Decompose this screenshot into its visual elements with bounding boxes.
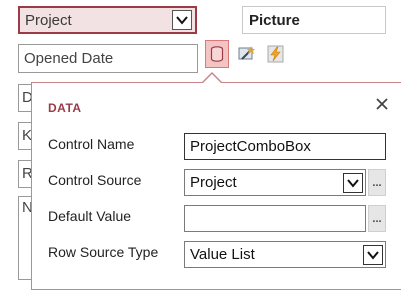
control-name-label: Control Name — [48, 136, 135, 152]
control-name-value: ProjectComboBox — [190, 138, 311, 155]
chevron-down-icon[interactable] — [172, 10, 192, 30]
default-value-label: Default Value — [48, 208, 132, 224]
database-icon[interactable] — [205, 40, 229, 68]
property-sheet-canvas: Project Picture Opened Date D K R N DATA — [0, 0, 401, 292]
close-icon[interactable] — [371, 93, 393, 115]
opened-date-field[interactable]: Opened Date — [18, 44, 198, 73]
data-properties-popup: DATA Control Name ProjectComboBox Contro… — [31, 82, 401, 290]
control-source-value: Project — [190, 174, 237, 191]
project-combo-value: Project — [25, 11, 72, 29]
default-value-input[interactable] — [184, 205, 366, 232]
popup-pointer-fill — [202, 74, 222, 84]
popup-title: DATA — [48, 101, 82, 115]
default-value-build-button[interactable]: ... — [368, 205, 386, 232]
lightning-icon[interactable] — [265, 41, 287, 67]
chevron-down-icon[interactable] — [363, 244, 383, 265]
chevron-down-icon[interactable] — [343, 172, 363, 193]
project-combo-box[interactable]: Project — [18, 6, 197, 34]
control-source-label: Control Source — [48, 172, 142, 188]
row-source-type-dropdown[interactable]: Value List — [184, 241, 386, 268]
row-source-type-value: Value List — [190, 246, 255, 263]
control-source-dropdown[interactable]: Project — [184, 169, 366, 196]
wizard-icon[interactable] — [236, 41, 258, 67]
control-source-build-button[interactable]: ... — [368, 169, 386, 196]
control-name-input[interactable]: ProjectComboBox — [184, 133, 386, 160]
picture-label[interactable]: Picture — [242, 6, 386, 34]
row-source-type-label: Row Source Type — [48, 244, 159, 260]
